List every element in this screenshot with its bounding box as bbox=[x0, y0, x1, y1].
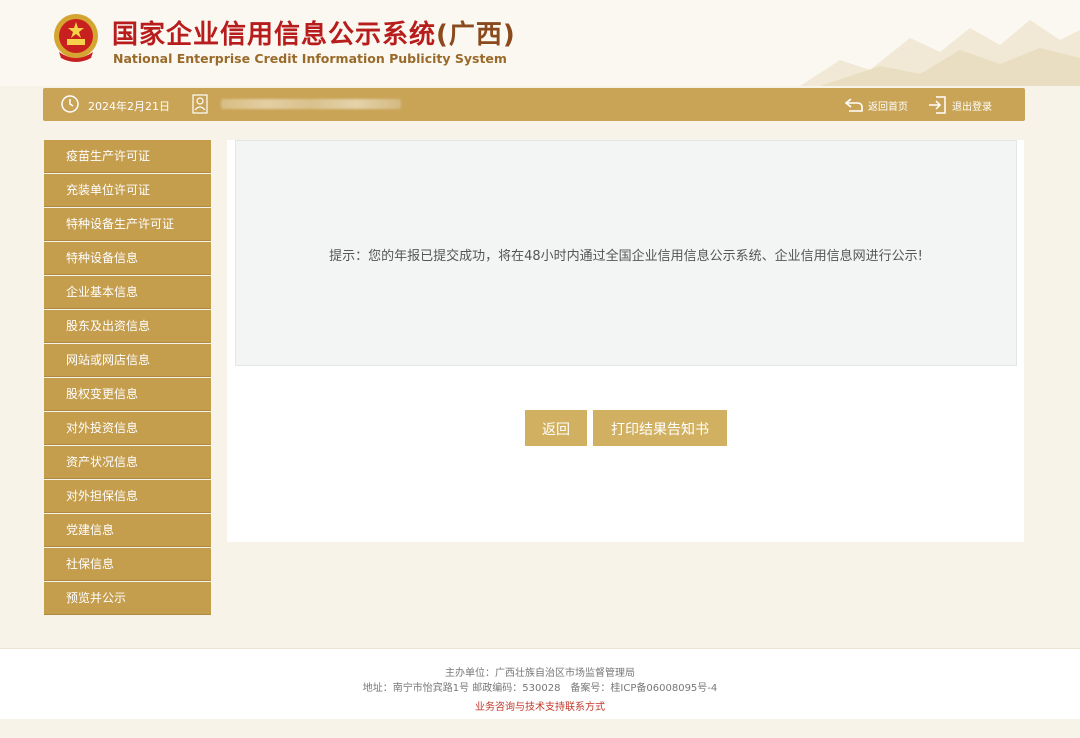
return-home-link[interactable]: 返回首页 bbox=[845, 96, 908, 114]
notice-message: 提示：您的年报已提交成功，将在48小时内通过全国企业信用信息公示系统、企业信用信… bbox=[329, 249, 923, 264]
main-panel: 提示：您的年报已提交成功，将在48小时内通过全国企业信用信息公示系统、企业信用信… bbox=[227, 140, 1024, 542]
site-title-main: 国家企业信用信息公示系统 bbox=[112, 20, 437, 50]
sidebar-item-guarantee-info[interactable]: 对外担保信息 bbox=[44, 480, 211, 513]
current-date: 2024年2月21日 bbox=[88, 100, 170, 113]
site-title-region: (广西) bbox=[436, 20, 516, 50]
footer-support-link[interactable]: 业务咨询与技术支持联系方式 bbox=[0, 698, 1080, 713]
notice-box: 提示：您的年报已提交成功，将在48小时内通过全国企业信用信息公示系统、企业信用信… bbox=[235, 140, 1017, 366]
print-result-button[interactable]: 打印结果告知书 bbox=[593, 410, 727, 446]
logout-label: 退出登录 bbox=[952, 101, 992, 113]
sidebar-item-social-security[interactable]: 社保信息 bbox=[44, 548, 211, 581]
site-footer: 主办单位：广西壮族自治区市场监督管理局 地址：南宁市怡宾路1号 邮政编码：530… bbox=[0, 648, 1080, 719]
footer-sponsor: 主办单位：广西壮族自治区市场监督管理局 bbox=[445, 668, 635, 679]
sidebar-item-special-equipment-info[interactable]: 特种设备信息 bbox=[44, 242, 211, 275]
return-home-label: 返回首页 bbox=[868, 101, 908, 113]
sidebar-menu: 疫苗生产许可证 充装单位许可证 特种设备生产许可证 特种设备信息 企业基本信息 … bbox=[44, 140, 211, 616]
logout-link[interactable]: 退出登录 bbox=[928, 95, 992, 115]
sidebar-item-equity-change[interactable]: 股权变更信息 bbox=[44, 378, 211, 411]
national-emblem-icon bbox=[54, 14, 98, 62]
user-icon bbox=[192, 94, 208, 114]
sidebar-item-shareholder-info[interactable]: 股东及出资信息 bbox=[44, 310, 211, 343]
sidebar-item-vaccine-license[interactable]: 疫苗生产许可证 bbox=[44, 140, 211, 173]
sidebar-item-special-equipment-license[interactable]: 特种设备生产许可证 bbox=[44, 208, 211, 241]
sidebar-item-preview-publish[interactable]: 预览并公示 bbox=[44, 582, 211, 615]
back-button[interactable]: 返回 bbox=[525, 410, 587, 446]
site-header: 国家企业信用信息公示系统(广西) National Enterprise Cre… bbox=[0, 0, 1080, 86]
back-arrow-icon bbox=[845, 98, 863, 112]
sidebar-item-investment-info[interactable]: 对外投资信息 bbox=[44, 412, 211, 445]
sidebar-item-party-info[interactable]: 党建信息 bbox=[44, 514, 211, 547]
site-title: 国家企业信用信息公示系统(广西) bbox=[112, 14, 516, 51]
clock-icon bbox=[61, 95, 79, 113]
user-name-blurred bbox=[221, 99, 401, 109]
sidebar-item-asset-info[interactable]: 资产状况信息 bbox=[44, 446, 211, 479]
sidebar-item-filling-license[interactable]: 充装单位许可证 bbox=[44, 174, 211, 207]
mountain-decoration bbox=[800, 20, 1080, 86]
footer-address: 地址：南宁市怡宾路1号 邮政编码：530028 备案号：桂ICP备0600809… bbox=[362, 683, 718, 694]
site-subtitle: National Enterprise Credit Information P… bbox=[113, 51, 507, 66]
sidebar-item-website-info[interactable]: 网站或网店信息 bbox=[44, 344, 211, 377]
logout-icon bbox=[929, 96, 946, 114]
sidebar-item-basic-info[interactable]: 企业基本信息 bbox=[44, 276, 211, 309]
top-bar: 2024年2月21日 返回首页 退出登录 bbox=[43, 88, 1025, 121]
